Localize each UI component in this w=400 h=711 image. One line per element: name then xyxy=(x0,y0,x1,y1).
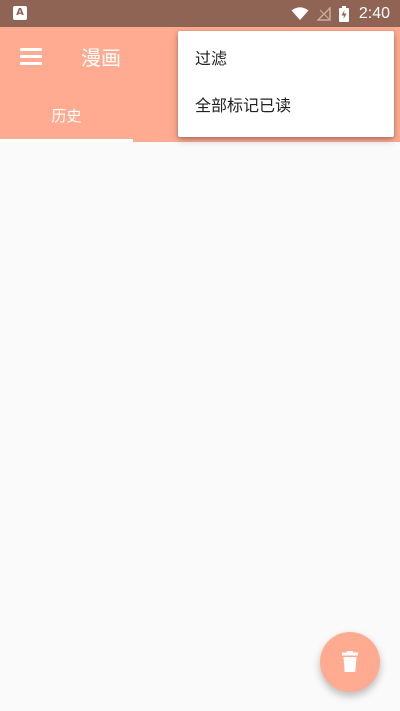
app-screen: A 2:40 漫画 历史 过滤 全部标记已读 xyxy=(0,0,400,711)
delete-icon xyxy=(342,651,358,672)
tab-label: 历史 xyxy=(51,107,82,125)
hamburger-menu-icon[interactable] xyxy=(20,48,42,66)
status-bar: A 2:40 xyxy=(0,0,400,27)
overflow-menu: 过滤 全部标记已读 xyxy=(178,31,394,137)
menu-item-filter[interactable]: 过滤 xyxy=(178,37,394,84)
status-icons: 2:40 xyxy=(291,0,390,27)
page-title: 漫画 xyxy=(81,46,121,70)
status-time: 2:40 xyxy=(358,4,390,22)
menu-item-mark-all-read[interactable]: 全部标记已读 xyxy=(178,84,394,131)
history-list-empty xyxy=(0,142,400,711)
app-notification-icon: A xyxy=(13,6,27,20)
wifi-icon xyxy=(291,6,309,20)
delete-fab-button[interactable] xyxy=(320,632,380,692)
tab-history[interactable]: 历史 xyxy=(0,97,133,142)
signal-off-icon xyxy=(316,6,331,21)
battery-charging-icon xyxy=(338,5,349,22)
